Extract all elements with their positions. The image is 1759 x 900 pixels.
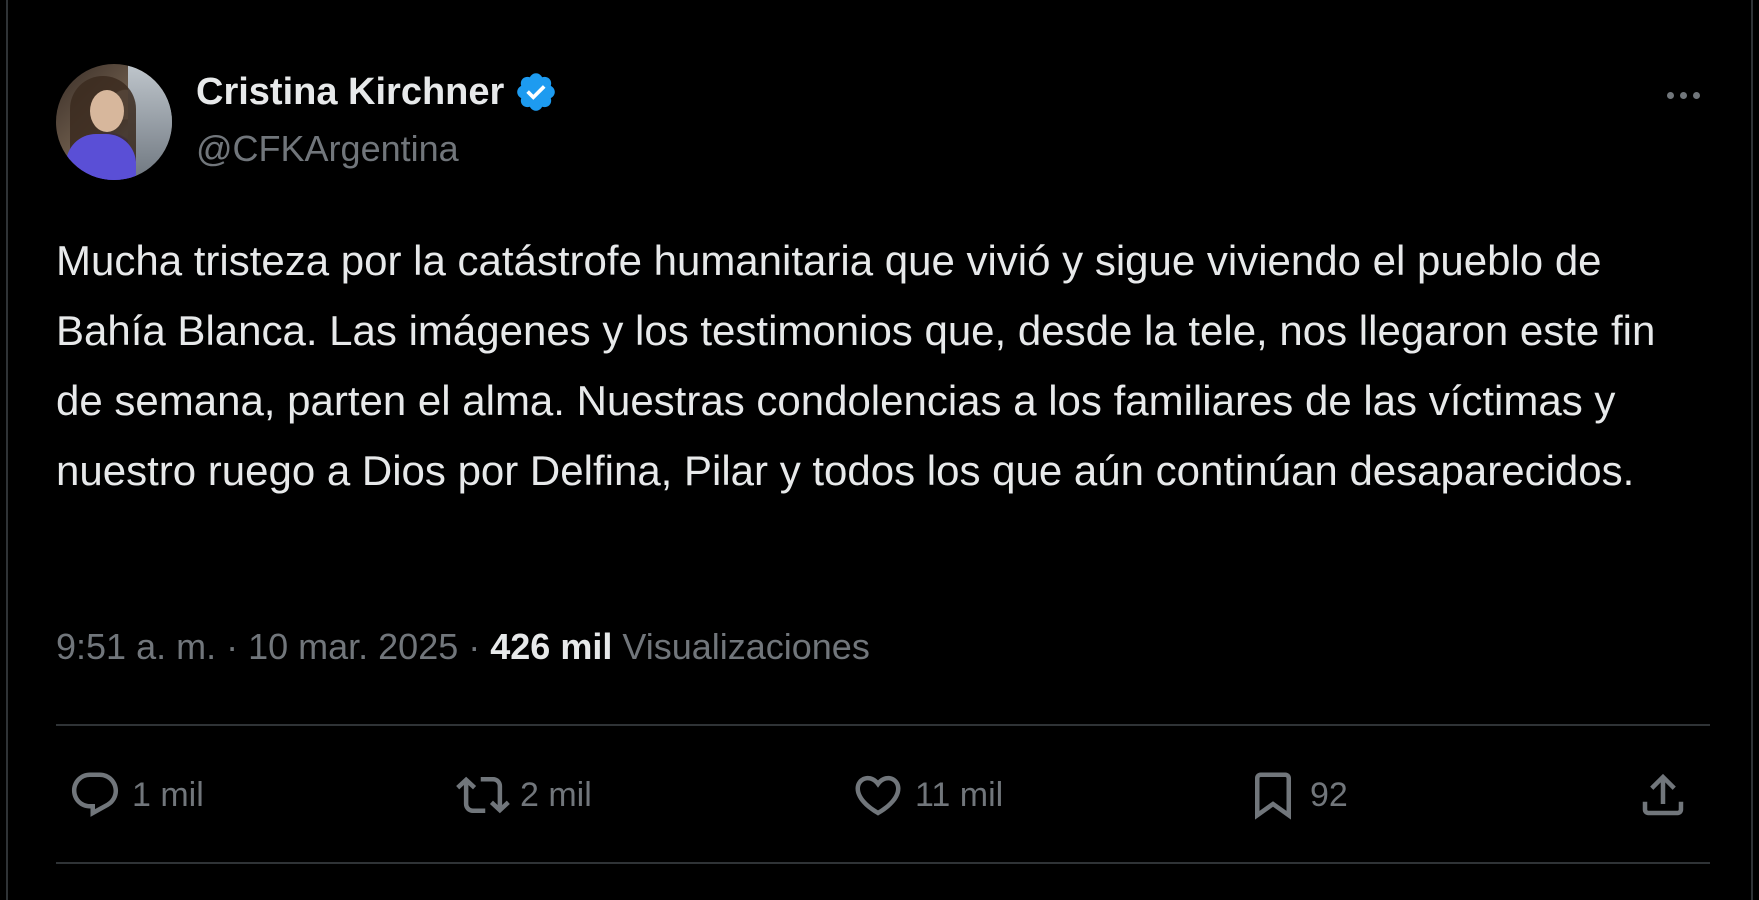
bookmark-icon (1255, 772, 1291, 820)
tweet-meta: 9:51 a. m. · 10 mar. 2025 · 426 mil Visu… (56, 626, 870, 668)
frame-border-left (6, 0, 8, 900)
views-count[interactable]: 426 mil (490, 626, 612, 668)
meta-separator: · (216, 626, 249, 667)
divider-bottom (56, 862, 1710, 864)
bookmark-button[interactable]: 92 (1246, 760, 1348, 830)
tweet-time[interactable]: 9:51 a. m. (56, 626, 216, 668)
divider-top (56, 724, 1710, 726)
avatar-face (90, 90, 124, 132)
tweet-header: Cristina Kirchner @CFKArgentina (56, 64, 1706, 184)
action-bar: 1 mil 2 mil 11 mil 92 (56, 760, 1710, 830)
like-button[interactable]: 11 mil (851, 760, 1003, 830)
meta-separator: · (458, 626, 491, 667)
avatar[interactable] (56, 64, 172, 180)
share-button[interactable] (1636, 760, 1690, 830)
verified-badge-icon[interactable] (514, 70, 558, 114)
frame-border-right (1751, 0, 1753, 900)
avatar-scarf (66, 134, 136, 180)
heart-icon (855, 775, 901, 816)
display-name[interactable]: Cristina Kirchner (196, 71, 504, 114)
tweet-text: Mucha tristeza por la catástrofe humanit… (56, 237, 1656, 494)
user-handle[interactable]: @CFKArgentina (196, 128, 459, 170)
share-icon (1642, 773, 1684, 816)
more-dot (1666, 91, 1674, 99)
views-label: Visualizaciones (612, 626, 870, 667)
like-count: 11 mil (915, 775, 1004, 814)
reply-button[interactable]: 1 mil (68, 760, 204, 830)
tweet-date[interactable]: 10 mar. 2025 (248, 626, 458, 668)
reply-count: 1 mil (132, 775, 204, 814)
reply-icon (71, 772, 119, 817)
retweet-count: 2 mil (520, 775, 592, 814)
more-dot (1679, 91, 1687, 99)
retweet-button[interactable]: 2 mil (456, 760, 592, 830)
more-options-icon[interactable] (1660, 82, 1706, 108)
bookmark-count: 92 (1310, 775, 1348, 814)
name-row: Cristina Kirchner (196, 70, 558, 114)
more-dot (1692, 91, 1700, 99)
retweet-icon (456, 776, 510, 814)
